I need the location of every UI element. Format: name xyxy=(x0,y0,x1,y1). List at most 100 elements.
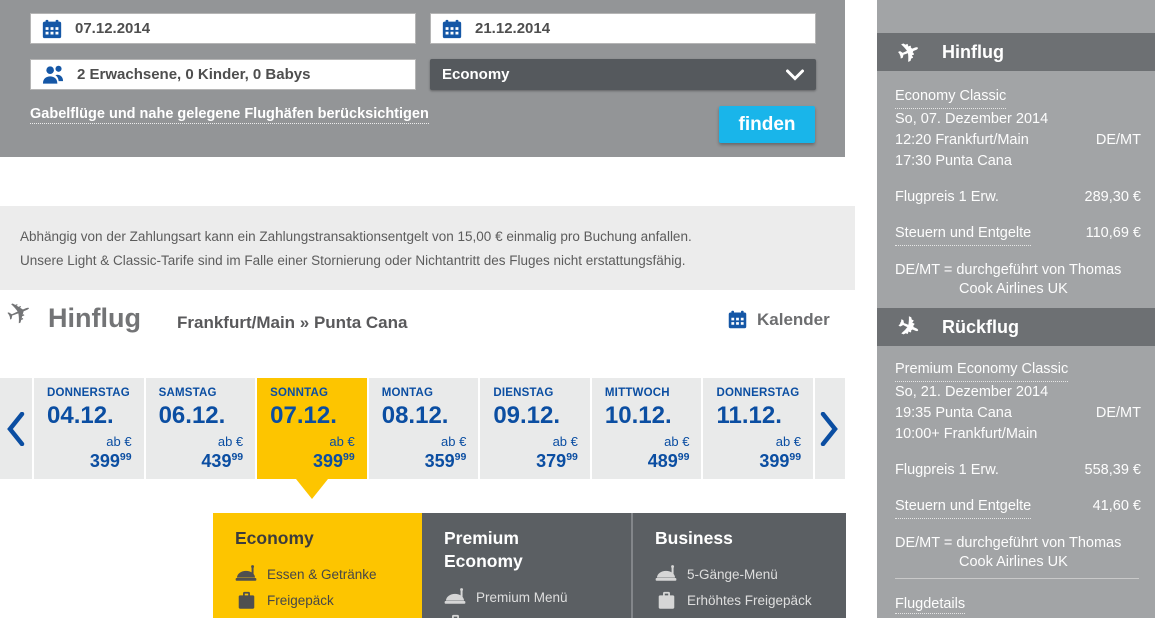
day-price: ab € 39999 xyxy=(313,434,355,470)
booking-summary-sidebar: ✈ Hinflug Economy Classic So, 07. Dezemb… xyxy=(877,0,1155,618)
fare-feature: Erhöhtes Freigepäck xyxy=(444,614,631,618)
fare-class-title: Business xyxy=(655,527,775,550)
outbound-price-label: Flugpreis 1 Erw. xyxy=(895,187,999,208)
inbound-price-label: Flugpreis 1 Erw. xyxy=(895,460,999,481)
fare-class-panel[interactable]: Business 5-Gänge-Menü Erhöhtes Freigepäc… xyxy=(631,513,846,618)
outbound-date: So, 07. Dezember 2014 xyxy=(895,109,1141,130)
fare-class-panel[interactable]: Economy Essen & Getränke Freigepäck xyxy=(213,513,422,618)
sidebar-inbound-title: Rückflug xyxy=(942,317,1019,338)
calendar-link-label: Kalender xyxy=(757,310,830,330)
price-main: 399 xyxy=(90,451,120,471)
flight-booking-page: 07.12.2014 21.12.2014 2 Erwachsene, 0 Ki… xyxy=(0,0,1162,618)
passengers-value: 2 Erwachsene, 0 Kinder, 0 Babys xyxy=(77,66,310,83)
calendar-icon xyxy=(727,309,748,330)
fare-class-title: Premium Economy xyxy=(444,527,564,573)
fare-feature: 5-Gänge-Menü xyxy=(655,565,846,583)
price-main: 399 xyxy=(313,451,343,471)
return-date-input[interactable]: 21.12.2014 xyxy=(430,13,816,44)
inbound-carrier-code: DE/MT xyxy=(1096,403,1141,424)
sidebar-divider xyxy=(895,578,1139,579)
fare-feature-label: 5-Gänge-Menü xyxy=(687,567,778,582)
return-date-value: 21.12.2014 xyxy=(475,20,550,37)
price-main: 359 xyxy=(425,451,455,471)
price-prefix: ab € xyxy=(536,434,578,449)
outbound-taxes-value: 110,69 € xyxy=(1086,223,1141,244)
carousel-day[interactable]: MITTWOCH 10.12. ab € 48999 xyxy=(590,378,702,479)
day-date: 04.12. xyxy=(47,402,132,430)
day-weekday: DIENSTAG xyxy=(493,387,578,399)
chevron-right-icon xyxy=(820,412,838,446)
flight-details-link[interactable]: Flugdetails xyxy=(895,596,965,614)
fare-feature: Essen & Getränke xyxy=(235,565,422,583)
notice-line-1: Abhängig von der Zahlungsart kann ein Za… xyxy=(20,225,855,249)
meal-icon xyxy=(444,588,466,606)
day-date: 10.12. xyxy=(605,402,690,430)
sidebar-outbound-title: Hinflug xyxy=(942,42,1004,63)
depart-date-input[interactable]: 07.12.2014 xyxy=(30,13,416,44)
sidebar-outbound-details: Economy Classic So, 07. Dezember 2014 12… xyxy=(895,86,1141,299)
day-date: 06.12. xyxy=(159,402,244,430)
price-cents: 99 xyxy=(455,451,467,463)
carousel-day[interactable]: DONNERSTAG 11.12. ab € 39999 xyxy=(701,378,813,479)
plane-landing-icon: ✈ xyxy=(895,314,929,341)
sidebar-inbound-details: Premium Economy Classic So, 21. Dezember… xyxy=(895,359,1141,572)
outbound-operator-note: DE/MT = durchgeführt von Thomas Cook Air… xyxy=(895,261,1141,299)
price-cents: 99 xyxy=(120,451,132,463)
inbound-date: So, 21. Dezember 2014 xyxy=(895,382,1141,403)
cabin-class-select[interactable]: Economy xyxy=(430,59,816,90)
price-prefix: ab € xyxy=(425,434,467,449)
fare-feature: Freigepäck xyxy=(235,591,422,610)
day-price: ab € 37999 xyxy=(536,434,578,470)
day-weekday: DONNERSTAG xyxy=(716,387,801,399)
day-weekday: SONNTAG xyxy=(270,387,355,399)
price-cents: 99 xyxy=(343,451,355,463)
inbound-arrival: 10:00+ Frankfurt/Main xyxy=(895,424,1141,445)
plane-takeoff-icon: ✈ xyxy=(2,299,42,329)
day-weekday: DONNERSTAG xyxy=(47,387,132,399)
inbound-operator-note: DE/MT = durchgeführt von Thomas Cook Air… xyxy=(895,534,1141,572)
carousel-day[interactable]: SAMSTAG 06.12. ab € 43999 xyxy=(144,378,256,479)
fare-class-panel[interactable]: Premium Economy Premium Menü Erhöhtes Fr… xyxy=(422,513,631,618)
fare-feature: Erhöhtes Freigepäck xyxy=(655,591,846,610)
open-jaw-airports-link[interactable]: Gabelflüge und nahe gelegene Flughäfen b… xyxy=(30,106,429,124)
fare-feature-list: 5-Gänge-Menü Erhöhtes Freigepäck Liegesi… xyxy=(655,565,846,618)
price-prefix: ab € xyxy=(648,434,690,449)
chevron-down-icon xyxy=(786,69,804,81)
price-main: 489 xyxy=(648,451,678,471)
date-carousel-days: DONNERSTAG 04.12. ab € 39999 SAMSTAG 06.… xyxy=(32,378,815,479)
carousel-day[interactable]: DONNERSTAG 04.12. ab € 39999 xyxy=(32,378,144,479)
inbound-departure: 19:35 Punta Cana xyxy=(895,403,1012,424)
fare-feature-list: Premium Menü Erhöhtes Freigepäck xyxy=(444,588,631,618)
inbound-taxes-link[interactable]: Steuern und Entgelte xyxy=(895,496,1031,519)
price-main: 399 xyxy=(759,451,789,471)
inbound-fare-link[interactable]: Premium Economy Classic xyxy=(895,359,1068,382)
sidebar-outbound-header: ✈ Hinflug xyxy=(877,33,1155,71)
price-prefix: ab € xyxy=(759,434,801,449)
fare-class-title: Economy xyxy=(235,527,355,550)
carousel-next-button[interactable] xyxy=(813,378,845,479)
carousel-day[interactable]: DIENSTAG 09.12. ab € 37999 xyxy=(478,378,590,479)
outbound-price-value: 289,30 € xyxy=(1085,187,1141,208)
carousel-day[interactable]: SONNTAG 07.12. ab € 39999 xyxy=(255,378,367,479)
calendar-view-link[interactable]: Kalender xyxy=(727,309,830,330)
find-button[interactable]: finden xyxy=(719,106,815,143)
luggage-icon xyxy=(444,614,466,618)
fare-feature-label: Premium Menü xyxy=(476,590,568,605)
price-prefix: ab € xyxy=(90,434,132,449)
outbound-fare-link[interactable]: Economy Classic xyxy=(895,86,1006,109)
passengers-input[interactable]: 2 Erwachsene, 0 Kinder, 0 Babys xyxy=(30,59,416,90)
section-title: Hinflug xyxy=(48,303,141,334)
notice-line-2: Unsere Light & Classic-Tarife sind im Fa… xyxy=(20,249,855,273)
price-prefix: ab € xyxy=(313,434,355,449)
carousel-prev-button[interactable] xyxy=(0,378,32,479)
outbound-taxes-link[interactable]: Steuern und Entgelte xyxy=(895,223,1031,246)
carousel-day[interactable]: MONTAG 08.12. ab € 35999 xyxy=(367,378,479,479)
day-price: ab € 43999 xyxy=(201,434,243,470)
calendar-icon xyxy=(441,18,463,40)
day-price: ab € 39999 xyxy=(759,434,801,470)
price-cents: 99 xyxy=(789,451,801,463)
inbound-taxes-value: 41,60 € xyxy=(1093,496,1141,517)
depart-date-value: 07.12.2014 xyxy=(75,20,150,37)
price-cents: 99 xyxy=(566,451,578,463)
outbound-section-header: ✈ Hinflug Frankfurt/Main » Punta Cana Ka… xyxy=(0,305,845,347)
